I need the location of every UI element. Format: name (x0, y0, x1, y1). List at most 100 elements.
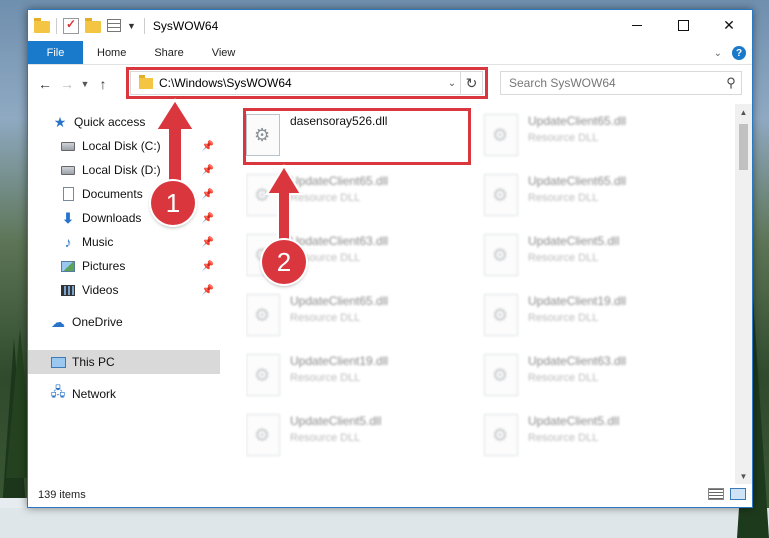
window-title: SysWOW64 (152, 18, 219, 33)
minimize-button[interactable] (614, 10, 660, 41)
file-tile[interactable]: ⚙ UpdateClient65.dll Resource DLL (246, 288, 478, 344)
highlight-outline-file (243, 108, 471, 165)
status-bar: 139 items (28, 483, 752, 507)
up-arrow-icon[interactable]: ↑ (92, 76, 114, 92)
computer-icon (50, 355, 66, 369)
highlight-outline-address (126, 67, 488, 99)
toolbar-divider (143, 17, 145, 34)
file-tile[interactable]: ⚙ UpdateClient19.dll Resource DLL (246, 348, 478, 404)
recent-locations-chevron-icon[interactable]: ▼ (78, 79, 92, 89)
scroll-down-icon[interactable]: ▼ (735, 468, 752, 484)
maximize-button[interactable] (660, 10, 706, 41)
file-tile[interactable]: ⚙ UpdateClient65.dll Resource DLL (484, 108, 716, 164)
search-icon[interactable]: ⚲ (721, 75, 741, 91)
properties-check-icon[interactable] (63, 17, 79, 34)
pin-icon[interactable]: 📌 (202, 165, 214, 176)
nav-pictures[interactable]: Pictures 📌 (28, 254, 220, 278)
dll-gear-icon: ⚙ (484, 414, 518, 456)
nav-label: Documents (82, 187, 143, 201)
file-tile[interactable]: ⚙ UpdateClient63.dll Resource DLL (484, 348, 716, 404)
details-view-icon[interactable] (708, 488, 724, 500)
address-row: ← → ▼ ↑ C:\Windows\SysWOW64 ⌄ ↻ Search S… (28, 66, 752, 102)
file-tile[interactable]: ⚙ UpdateClient19.dll Resource DLL (484, 288, 716, 344)
nav-label: Pictures (82, 259, 126, 273)
pin-icon[interactable]: 📌 (202, 141, 214, 152)
dll-gear-icon: ⚙ (484, 354, 518, 396)
dll-gear-icon: ⚙ (246, 414, 280, 456)
pin-icon[interactable]: 📌 (202, 261, 214, 272)
document-icon (60, 187, 76, 201)
window-controls: ✕ (614, 10, 752, 41)
forward-arrow-icon[interactable]: → (56, 76, 78, 92)
nav-onedrive[interactable]: ☁ OneDrive (28, 310, 220, 334)
file-type: Resource DLL (290, 432, 361, 444)
nav-label: Network (72, 387, 117, 401)
cloud-icon: ☁ (51, 313, 65, 330)
nav-label: Downloads (82, 211, 142, 225)
file-type: Resource DLL (528, 312, 599, 324)
file-name: UpdateClient5.dll (290, 414, 382, 428)
nav-label: OneDrive (72, 315, 123, 329)
properties-icon[interactable] (107, 19, 121, 32)
file-type: Resource DLL (528, 252, 599, 264)
nav-network[interactable]: 🖧 Network (28, 382, 220, 406)
file-tile[interactable]: ⚙ UpdateClient5.dll Resource DLL (484, 228, 716, 284)
tiles-view-icon[interactable] (730, 488, 746, 500)
new-folder-icon[interactable] (85, 17, 101, 33)
scroll-up-icon[interactable]: ▲ (735, 104, 752, 120)
back-arrow-icon[interactable]: ← (34, 76, 56, 92)
explorer-window: ▼ SysWOW64 ✕ File Home Share View ⌄ ? ← … (27, 9, 753, 508)
tab-home[interactable]: Home (83, 41, 140, 64)
expand-ribbon-chevron-icon[interactable]: ⌄ (714, 48, 722, 59)
dll-gear-icon: ⚙ (484, 294, 518, 336)
videos-icon (60, 283, 76, 297)
pin-icon[interactable]: 📌 (202, 213, 214, 224)
help-icon[interactable]: ? (732, 46, 746, 60)
dll-gear-icon: ⚙ (484, 174, 518, 216)
file-type: Resource DLL (528, 132, 599, 144)
annotation-badge-1: 1 (151, 181, 195, 225)
nav-label: Music (82, 235, 114, 249)
file-name: UpdateClient65.dll (290, 294, 389, 308)
disk-icon (60, 163, 76, 177)
pin-icon[interactable]: 📌 (202, 189, 214, 200)
file-tile[interactable]: ⚙ UpdateClient5.dll Resource DLL (246, 408, 478, 464)
music-icon: ♪ (64, 234, 72, 250)
vertical-scrollbar[interactable]: ▲ ▼ (735, 104, 752, 484)
dll-gear-icon: ⚙ (246, 354, 280, 396)
file-name: UpdateClient5.dll (528, 414, 620, 428)
customize-toolbar-dropdown-icon[interactable]: ▼ (127, 21, 136, 31)
tab-share[interactable]: Share (140, 41, 197, 64)
file-name: UpdateClient5.dll (528, 234, 620, 248)
dll-gear-icon: ⚙ (246, 294, 280, 336)
nav-videos[interactable]: Videos 📌 (28, 278, 220, 302)
tab-file[interactable]: File (28, 41, 83, 64)
disk-icon (60, 139, 76, 153)
file-tile[interactable]: ⚙ UpdateClient65.dll Resource DLL (484, 168, 716, 224)
tab-view[interactable]: View (198, 41, 250, 64)
file-type: Resource DLL (528, 432, 599, 444)
nav-label: Local Disk (D:) (82, 163, 161, 177)
dll-gear-icon: ⚙ (484, 114, 518, 156)
file-tile[interactable]: ⚙ UpdateClient5.dll Resource DLL (484, 408, 716, 464)
search-box[interactable]: Search SysWOW64 ⚲ (500, 71, 742, 95)
file-name: UpdateClient65.dll (528, 174, 627, 188)
close-button[interactable]: ✕ (706, 10, 752, 41)
title-bar: ▼ SysWOW64 ✕ (28, 10, 752, 41)
pin-icon[interactable]: 📌 (202, 237, 214, 248)
nav-music[interactable]: ♪ Music 📌 (28, 230, 220, 254)
scroll-thumb[interactable] (739, 124, 748, 170)
search-placeholder[interactable]: Search SysWOW64 (509, 76, 721, 90)
file-type: Resource DLL (528, 372, 599, 384)
quick-access-toolbar: ▼ SysWOW64 (28, 17, 219, 34)
nav-this-pc[interactable]: This PC (28, 350, 220, 374)
folder-icon[interactable] (34, 17, 50, 33)
pin-icon[interactable]: 📌 (202, 285, 214, 296)
annotation-badge-2: 2 (262, 240, 306, 284)
network-icon: 🖧 (50, 384, 66, 399)
nav-label: Quick access (74, 115, 146, 129)
ribbon-tabs: File Home Share View ⌄ ? (28, 41, 752, 65)
file-name: UpdateClient65.dll (528, 114, 627, 128)
dll-gear-icon: ⚙ (484, 234, 518, 276)
file-name: UpdateClient19.dll (528, 294, 627, 308)
